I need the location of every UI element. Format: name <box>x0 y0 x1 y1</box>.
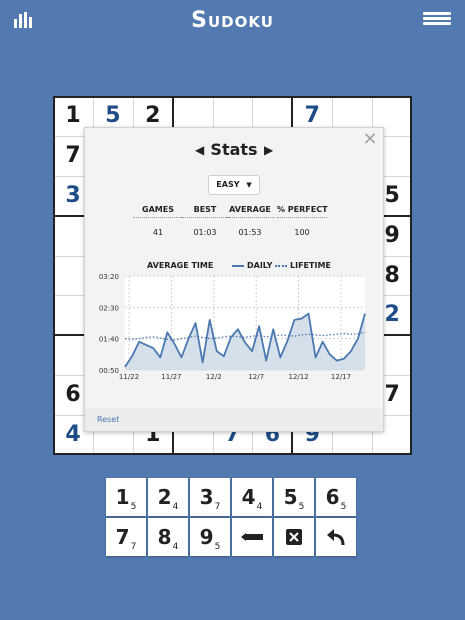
app-title: Sudoku <box>191 8 274 33</box>
key-number: 1 <box>115 485 130 509</box>
key-number: 3 <box>199 485 214 509</box>
next-arrow-icon[interactable]: ▶ <box>264 143 273 157</box>
key-number: 9 <box>199 525 214 549</box>
key-number: 5 <box>283 485 298 509</box>
number-key-8[interactable]: 84 <box>148 518 188 556</box>
y-tick-label: 02:30 <box>99 304 119 312</box>
y-tick-label: 01:40 <box>99 336 119 344</box>
number-key-6[interactable]: 65 <box>316 478 356 516</box>
key-remaining-count: 4 <box>172 542 179 552</box>
key-remaining-count: 5 <box>130 502 137 512</box>
key-number: 6 <box>325 485 340 509</box>
key-number: 2 <box>157 485 172 509</box>
undo-icon <box>327 529 345 546</box>
difficulty-value: EASY <box>216 180 240 189</box>
number-key-3[interactable]: 37 <box>190 478 230 516</box>
key-number: 4 <box>241 485 256 509</box>
average-time-chart: 00:50 01:40 02:30 03:20 11/22 11/27 12/2 12/7 12… <box>99 273 366 380</box>
key-number: 7 <box>115 525 130 549</box>
x-tick-label: 12/2 <box>206 373 222 380</box>
stat-games: GAMES 41 <box>133 205 183 237</box>
pencil-icon <box>241 533 263 541</box>
erase-button[interactable] <box>274 518 314 556</box>
stats-header: ◀ Stats ▶ <box>85 140 383 162</box>
x-tick-label: 12/12 <box>289 373 309 380</box>
number-key-7[interactable]: 77 <box>106 518 146 556</box>
popup-footer <box>85 408 383 431</box>
key-number: 8 <box>157 525 172 549</box>
prev-arrow-icon[interactable]: ◀ <box>195 143 204 157</box>
stat-perfect: % PERFECT 100 <box>277 205 328 237</box>
x-tick-label: 12/17 <box>331 373 351 380</box>
number-key-1[interactable]: 15 <box>106 478 146 516</box>
number-key-5[interactable]: 55 <box>274 478 314 516</box>
y-tick-label: 00:50 <box>99 367 119 375</box>
number-key-4[interactable]: 44 <box>232 478 272 516</box>
x-tick-label: 12/7 <box>248 373 264 380</box>
key-remaining-count: 5 <box>214 542 221 552</box>
stat-label: % PERFECT <box>277 205 328 218</box>
pencil-button[interactable] <box>232 518 272 556</box>
undo-button[interactable] <box>316 518 356 556</box>
stat-average: AVERAGE 01:53 <box>225 205 275 237</box>
erase-icon <box>286 529 302 545</box>
stat-value: 100 <box>294 228 310 237</box>
stats-popup: × ◀ Stats ▶ EASY ▼ GAMES 41 BEST 01:03 A… <box>84 127 384 432</box>
stat-label: AVERAGE <box>225 205 275 218</box>
stat-label: BEST <box>180 205 230 218</box>
x-tick-label: 11/22 <box>119 373 139 380</box>
key-remaining-count: 7 <box>130 542 137 552</box>
stat-value: 41 <box>152 228 164 237</box>
key-remaining-count: 7 <box>214 502 221 512</box>
number-key-2[interactable]: 24 <box>148 478 188 516</box>
key-remaining-count: 5 <box>340 502 347 512</box>
top-bar: Sudoku <box>0 0 465 44</box>
stat-value: 01:03 <box>193 228 217 237</box>
difficulty-select[interactable]: EASY ▼ <box>208 175 260 195</box>
stat-best: BEST 01:03 <box>180 205 230 237</box>
key-remaining-count: 4 <box>172 502 179 512</box>
x-tick-label: 11/27 <box>161 373 181 380</box>
stat-value: 01:53 <box>238 228 262 237</box>
stat-label: GAMES <box>133 205 183 218</box>
key-remaining-count: 5 <box>298 502 305 512</box>
number-key-9[interactable]: 95 <box>190 518 230 556</box>
menu-icon[interactable] <box>423 12 451 26</box>
key-remaining-count: 4 <box>256 502 263 512</box>
chevron-down-icon: ▼ <box>246 181 252 189</box>
y-tick-label: 03:20 <box>99 273 119 281</box>
reset-link[interactable]: Reset <box>97 415 119 424</box>
stats-title: Stats <box>210 140 258 159</box>
